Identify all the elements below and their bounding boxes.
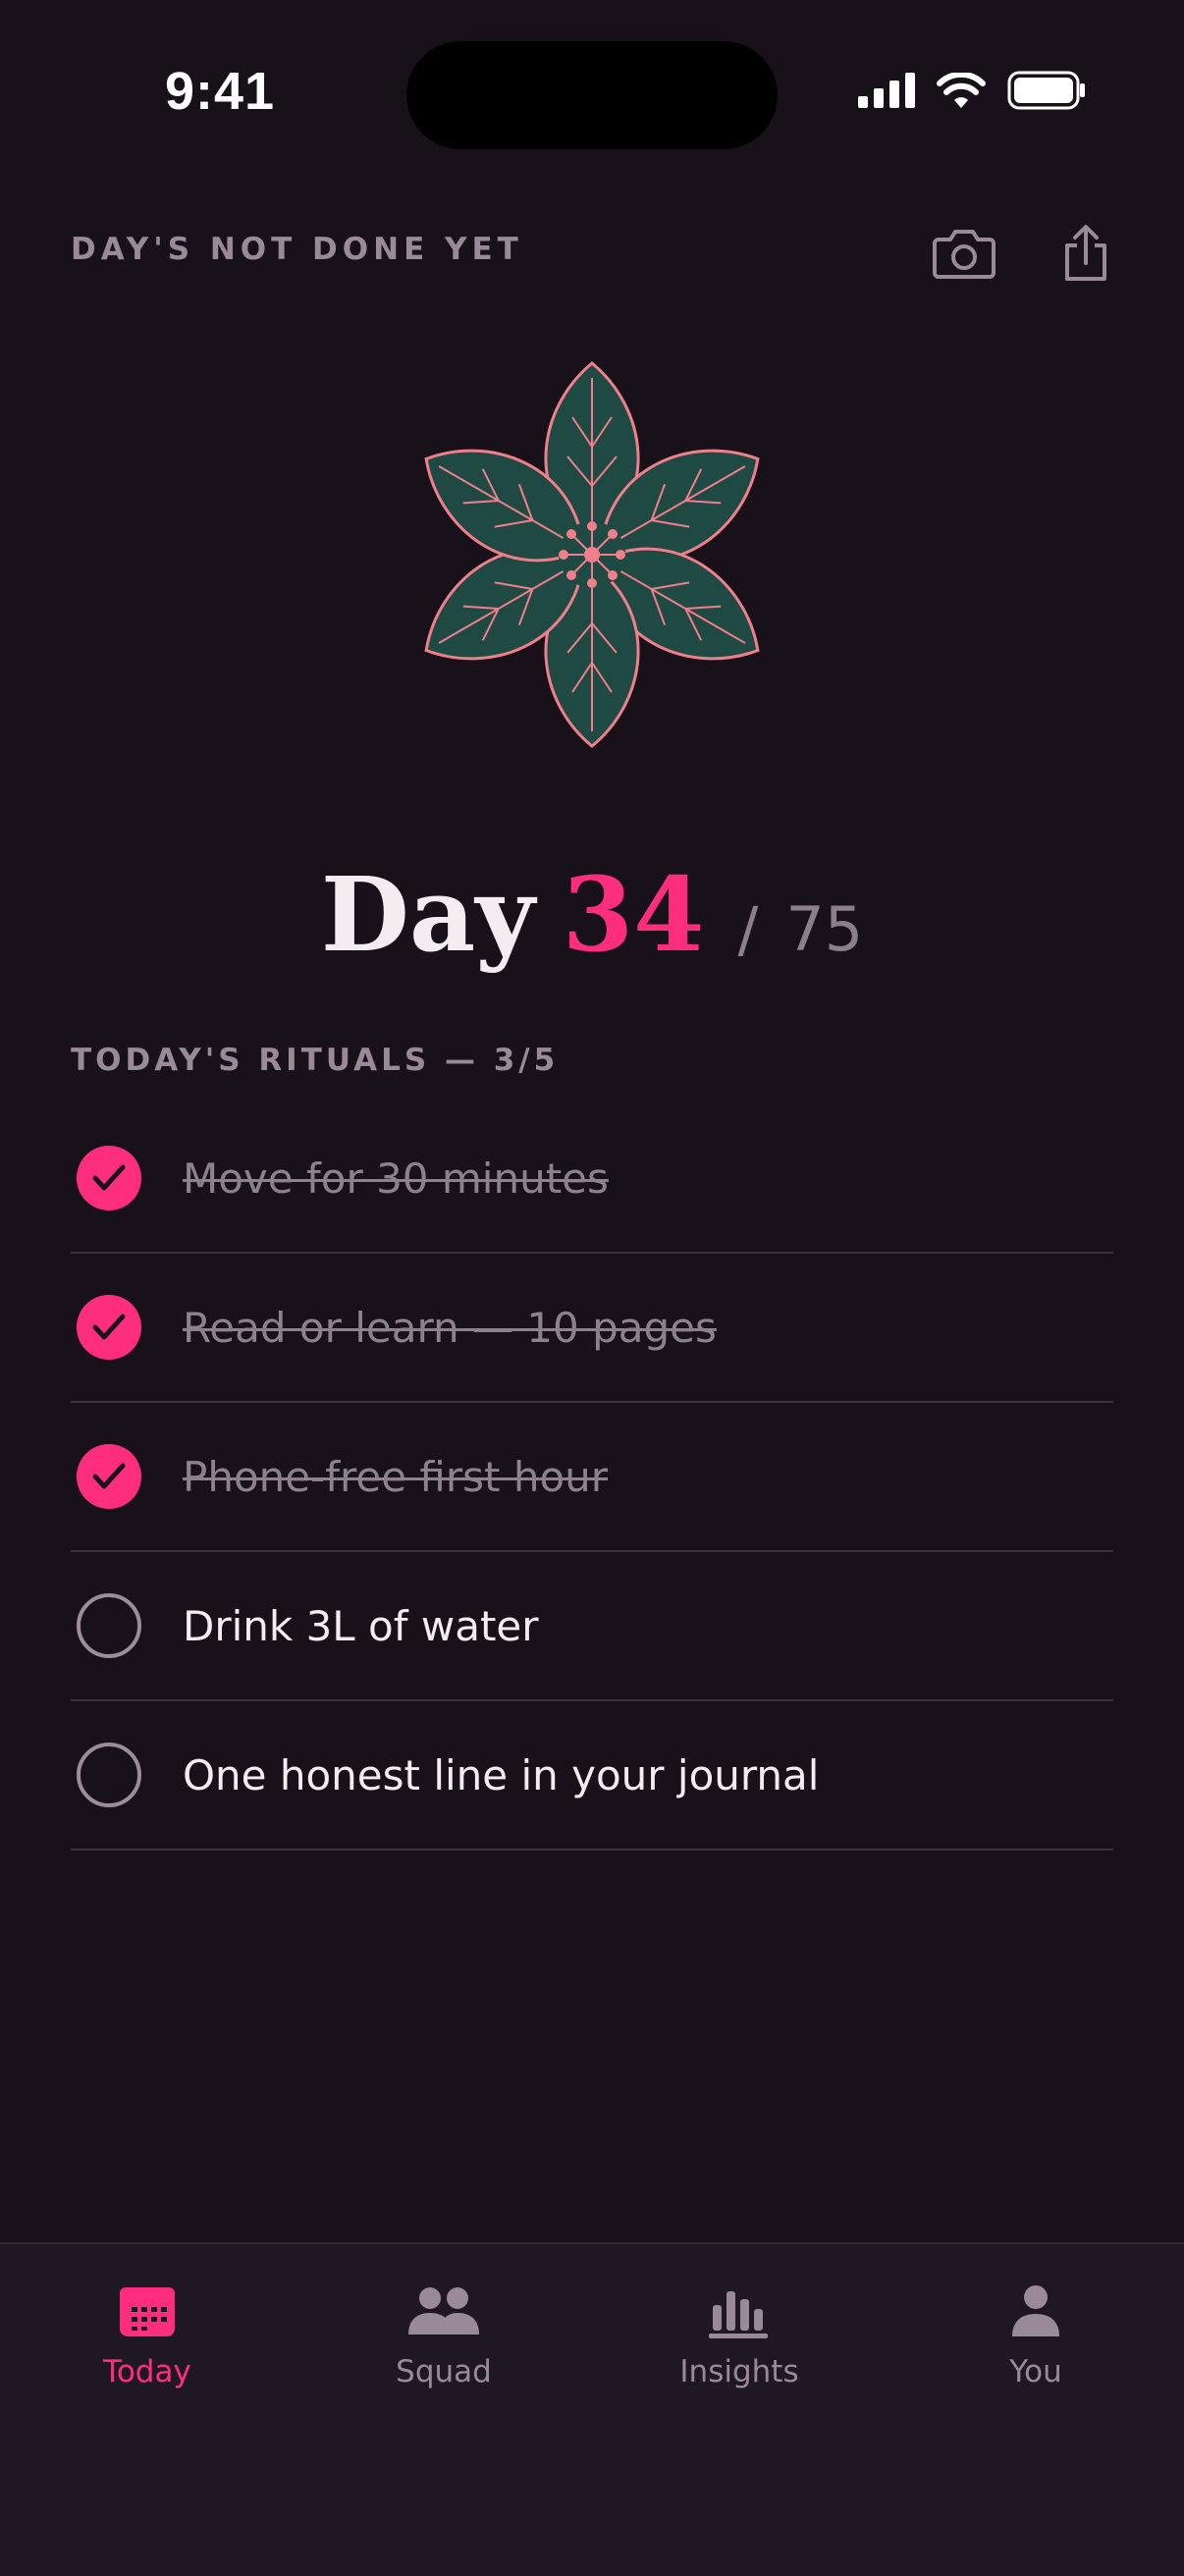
checkmark-icon (92, 1164, 126, 1191)
checkmark-icon (92, 1314, 126, 1340)
share-button[interactable] (1050, 218, 1121, 289)
rituals-heading: TODAY'S RITUALS — 3/5 (71, 1043, 560, 1078)
tab-insights[interactable]: Insights (631, 2283, 847, 2389)
ritual-item[interactable]: Read or learn — 10 pages (71, 1254, 1113, 1403)
ritual-list: Move for 30 minutes Read or learn — 10 p… (71, 1104, 1113, 1851)
checked-checkbox[interactable] (77, 1444, 141, 1509)
person-icon (1012, 2285, 1059, 2336)
ritual-label: Drink 3L of water (183, 1601, 539, 1650)
ritual-label: Move for 30 minutes (183, 1154, 609, 1203)
tab-bar: Today Squad Insights You (0, 2242, 1184, 2576)
total-days: 75 (785, 893, 864, 965)
signal-icon (858, 73, 915, 108)
camera-icon (933, 230, 996, 279)
tab-squad[interactable]: Squad (336, 2283, 552, 2389)
ritual-label: One honest line in your journal (183, 1750, 820, 1799)
ritual-label: Phone-free first hour (183, 1452, 609, 1501)
tab-label: Today (103, 2354, 191, 2389)
camera-button[interactable] (929, 218, 999, 289)
ritual-item[interactable]: One honest line in your journal (71, 1701, 1113, 1851)
current-day-number: 34 (562, 854, 705, 975)
progress-flower-illustration (424, 361, 760, 748)
checked-checkbox[interactable] (77, 1295, 141, 1360)
bar-chart-icon (709, 2291, 768, 2338)
share-icon (1065, 225, 1106, 281)
ritual-item[interactable]: Drink 3L of water (71, 1552, 1113, 1701)
ritual-item[interactable]: Move for 30 minutes (71, 1104, 1113, 1254)
day-counter: Day 34 / 75 (0, 854, 1184, 975)
day-status-label: DAY'S NOT DONE YET (71, 232, 523, 267)
dynamic-island (406, 41, 778, 149)
calendar-icon (120, 2287, 175, 2336)
checkmark-icon (92, 1463, 126, 1489)
people-icon (408, 2287, 479, 2334)
unchecked-checkbox[interactable] (77, 1743, 141, 1807)
tab-label: You (1009, 2354, 1062, 2389)
tab-today[interactable]: Today (39, 2283, 255, 2389)
tab-label: Insights (679, 2354, 799, 2389)
unchecked-checkbox[interactable] (77, 1593, 141, 1658)
battery-icon (1007, 71, 1085, 110)
ritual-item[interactable]: Phone-free first hour (71, 1403, 1113, 1552)
day-separator: / (737, 893, 759, 965)
day-word: Day (320, 854, 535, 975)
status-time: 9:41 (165, 62, 276, 121)
checked-checkbox[interactable] (77, 1146, 141, 1210)
status-icons (858, 71, 1086, 110)
ritual-label: Read or learn — 10 pages (183, 1303, 717, 1352)
wifi-icon (937, 73, 986, 108)
tab-you[interactable]: You (928, 2283, 1144, 2389)
tab-label: Squad (396, 2354, 492, 2389)
